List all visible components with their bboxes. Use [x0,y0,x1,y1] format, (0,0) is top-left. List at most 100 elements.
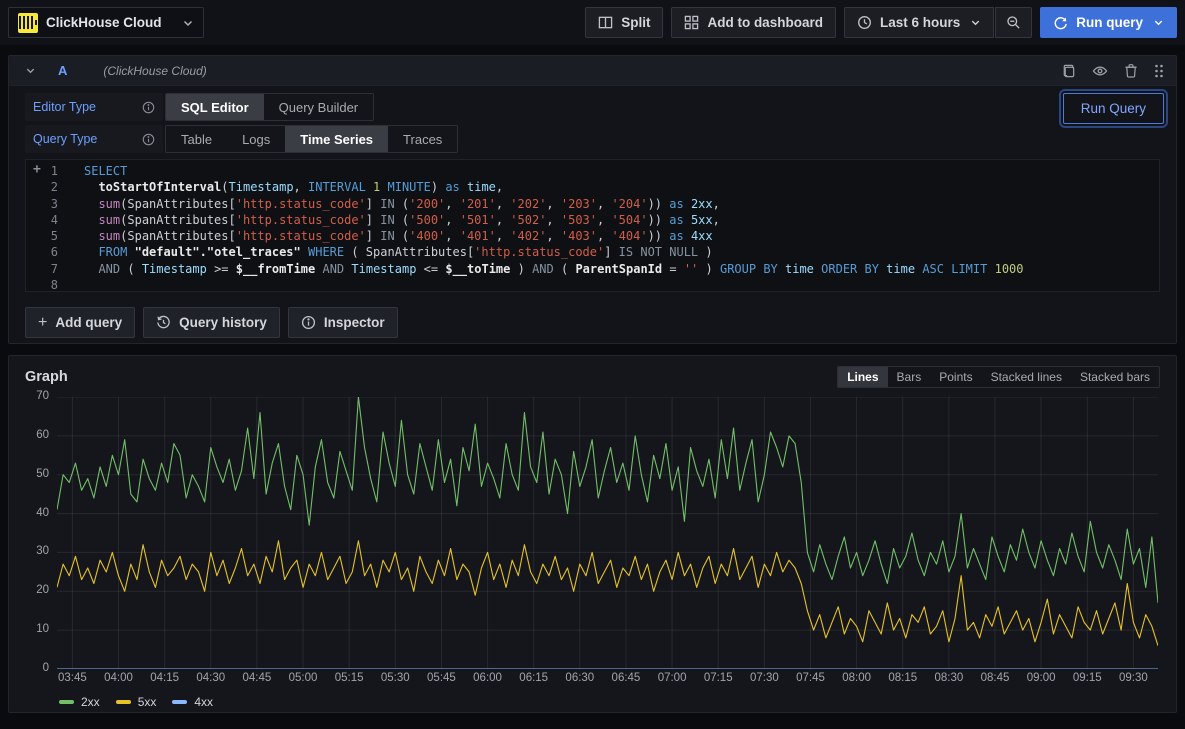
plus-icon: + [38,314,47,332]
line-number: 6 [26,244,58,260]
line-number: 5 [26,228,58,244]
x-tick-label: 08:30 [934,672,963,684]
option-table[interactable]: Table [166,126,227,152]
query-datasource-hint: (ClickHouse Cloud) [103,64,206,78]
x-tick-label: 07:15 [704,672,733,684]
x-axis: 03:4504:0004:1504:3004:4505:0005:1505:30… [57,672,1158,689]
option-logs[interactable]: Logs [227,126,285,152]
option-traces[interactable]: Traces [388,126,457,152]
datasource-picker[interactable]: ClickHouse Cloud [8,7,204,38]
graph-panel-title: Graph [25,369,68,385]
line-number: 2 [26,179,58,195]
dashboard-grid-icon [684,15,699,30]
y-axis: 010203040506070 [21,397,49,669]
x-tick-label: 04:15 [150,672,179,684]
x-tick-label: 03:45 [58,672,87,684]
time-range-button[interactable]: Last 6 hours [844,7,994,38]
x-tick-label: 06:00 [473,672,502,684]
y-tick-label: 30 [36,545,49,557]
code-line[interactable]: SELECT [84,163,1159,179]
plus-icon[interactable]: + [33,162,41,177]
legend-item-2xx[interactable]: 2xx [59,695,100,709]
line-number: 1 [26,163,58,179]
sync-icon [1053,15,1068,30]
legend-item-4xx[interactable]: 4xx [172,695,213,709]
legend-swatch [172,700,187,704]
x-tick-label: 09:30 [1119,672,1148,684]
code-content[interactable]: SELECT toStartOfInterval(Timestamp, INTE… [70,160,1159,291]
x-tick-label: 09:15 [1073,672,1102,684]
legend-item-5xx[interactable]: 5xx [116,695,157,709]
code-line[interactable]: sum(SpanAttributes['http.status_code'] I… [84,196,1159,212]
y-tick-label: 50 [36,468,49,480]
info-icon[interactable] [142,101,155,114]
x-tick-label: 08:15 [888,672,917,684]
query-history-button[interactable]: Query history [143,307,280,338]
option-points[interactable]: Points [930,367,981,387]
option-query-builder[interactable]: Query Builder [264,94,373,120]
collapse-chevron-icon[interactable] [21,65,40,76]
x-tick-label: 06:45 [612,672,641,684]
info-circle-icon [301,315,316,330]
drag-handle-icon[interactable] [1154,64,1164,78]
chevron-down-icon [970,17,981,28]
x-tick-label: 05:00 [289,672,318,684]
y-tick-label: 20 [36,584,49,596]
y-tick-label: 70 [36,390,49,402]
option-sql-editor[interactable]: SQL Editor [166,94,264,120]
split-button[interactable]: Split [585,7,663,38]
code-line[interactable]: AND ( Timestamp >= $__fromTime AND Times… [84,261,1159,277]
time-series-plot[interactable] [57,397,1158,669]
legend-label: 2xx [81,695,100,709]
y-tick-label: 40 [36,507,49,519]
option-bars[interactable]: Bars [888,367,931,387]
x-tick-label: 06:30 [565,672,594,684]
x-tick-label: 05:15 [335,672,364,684]
chevron-down-icon[interactable] [1153,17,1164,28]
add-to-dashboard-button[interactable]: Add to dashboard [671,7,836,38]
code-line[interactable]: sum(SpanAttributes['http.status_code'] I… [84,228,1159,244]
clock-icon [857,15,872,30]
inspector-button[interactable]: Inspector [288,307,398,338]
code-line[interactable]: FROM "default"."otel_traces" WHERE ( Spa… [84,244,1159,260]
clickhouse-logo-icon [18,13,38,33]
x-tick-label: 05:45 [427,672,456,684]
option-stacked-lines[interactable]: Stacked lines [982,367,1071,387]
run-query-button[interactable]: Run query [1040,7,1177,38]
line-number: 8 [26,277,58,293]
query-type-label: Query Type [25,125,163,153]
disable-query-eye-icon[interactable] [1092,63,1108,79]
option-lines[interactable]: Lines [838,367,887,387]
sql-code-editor[interactable]: + 12345678 SELECT toStartOfInterval(Time… [25,159,1160,292]
topbar: ClickHouse Cloud Split Add to dashboard … [0,0,1185,45]
run-query-label: Run query [1076,15,1143,30]
line-number: 7 [26,261,58,277]
line-number: 3 [26,196,58,212]
add-query-button[interactable]: + Add query [25,307,135,338]
editor-type-toggle: SQL EditorQuery Builder [165,93,374,121]
graph-panel: Graph LinesBarsPointsStacked linesStacke… [8,355,1177,713]
legend-swatch [116,700,131,704]
page: { "icons": { "plus": "+" }, "topbar": { … [0,0,1185,729]
option-time-series[interactable]: Time Series [285,126,388,152]
info-icon[interactable] [142,133,155,146]
run-query-editor-button[interactable]: Run Query [1063,93,1164,124]
code-line[interactable] [84,277,1159,291]
zoom-out-icon [1006,15,1021,30]
x-tick-label: 04:30 [196,672,225,684]
editor-type-label: Editor Type [25,93,163,121]
x-tick-label: 04:45 [243,672,272,684]
code-line[interactable]: toStartOfInterval(Timestamp, INTERVAL 1 … [84,179,1159,195]
option-stacked-bars[interactable]: Stacked bars [1071,367,1159,387]
delete-query-trash-icon[interactable] [1124,63,1138,78]
query-ref-id[interactable]: A [58,63,67,78]
add-to-dashboard-label: Add to dashboard [707,15,823,30]
duplicate-query-icon[interactable] [1061,63,1076,78]
legend-label: 4xx [194,695,213,709]
line-number: 4 [26,212,58,228]
zoom-out-button[interactable] [995,7,1032,38]
x-tick-label: 07:30 [750,672,779,684]
code-line[interactable]: sum(SpanAttributes['http.status_code'] I… [84,212,1159,228]
code-gutter: + 12345678 [26,160,70,291]
legend-label: 5xx [138,695,157,709]
